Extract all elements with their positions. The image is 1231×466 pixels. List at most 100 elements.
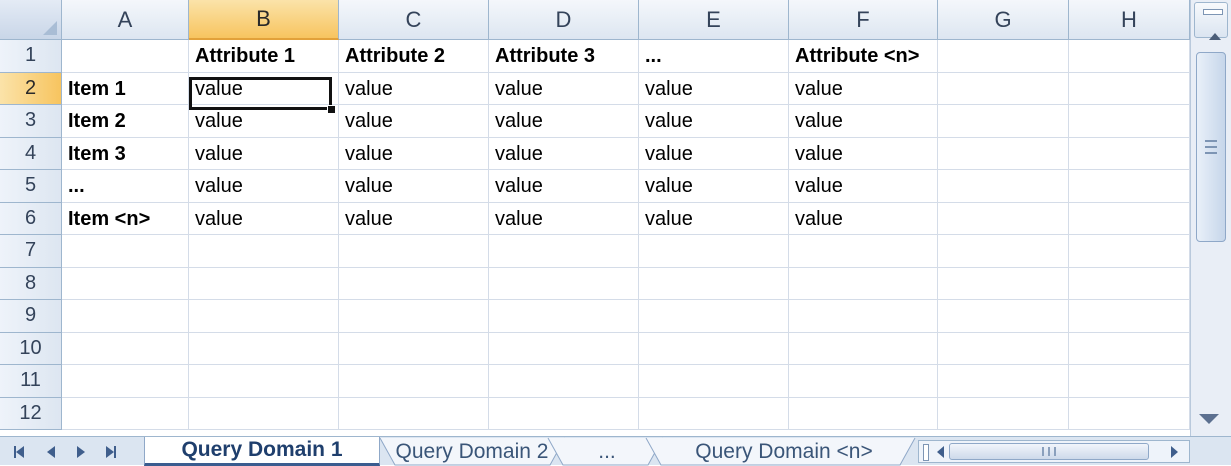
cell-d3[interactable]: value: [489, 105, 639, 138]
cell-f1[interactable]: Attribute <n>: [789, 40, 938, 73]
cell-a9[interactable]: [62, 300, 189, 333]
cell-g7[interactable]: [938, 235, 1069, 268]
cell-f3[interactable]: value: [789, 105, 938, 138]
cell-e6[interactable]: value: [639, 202, 789, 235]
cell-e9[interactable]: [639, 300, 789, 333]
cell-h9[interactable]: [1069, 300, 1190, 333]
cell-b11[interactable]: [189, 365, 339, 398]
cell-f2[interactable]: value: [789, 72, 938, 105]
cell-h6[interactable]: [1069, 202, 1190, 235]
cell-b12[interactable]: [189, 397, 339, 430]
horizontal-scrollbar[interactable]: [918, 440, 1190, 463]
cell-e12[interactable]: [639, 397, 789, 430]
row-header-9[interactable]: 9: [0, 300, 62, 333]
cell-h12[interactable]: [1069, 397, 1190, 430]
cell-g9[interactable]: [938, 300, 1069, 333]
cell-h1[interactable]: [1069, 40, 1190, 73]
cell-h3[interactable]: [1069, 105, 1190, 138]
column-header-e[interactable]: E: [639, 0, 789, 40]
cell-c12[interactable]: [339, 397, 489, 430]
cell-b9[interactable]: [189, 300, 339, 333]
cell-b6[interactable]: value: [189, 202, 339, 235]
cell-g4[interactable]: [938, 137, 1069, 170]
cell-f5[interactable]: value: [789, 170, 938, 203]
select-all-corner[interactable]: [0, 0, 62, 40]
cell-f12[interactable]: [789, 397, 938, 430]
cell-e2[interactable]: value: [639, 72, 789, 105]
cell-b4[interactable]: value: [189, 137, 339, 170]
cell-c9[interactable]: [339, 300, 489, 333]
vertical-scroll-thumb[interactable]: [1196, 52, 1226, 242]
cell-b1[interactable]: Attribute 1: [189, 40, 339, 73]
tab-query-domain-n[interactable]: Query Domain <n>: [660, 437, 908, 466]
cell-a5[interactable]: ...: [62, 170, 189, 203]
column-header-d[interactable]: D: [489, 0, 639, 40]
cell-g12[interactable]: [938, 397, 1069, 430]
cell-g1[interactable]: [938, 40, 1069, 73]
cell-a2[interactable]: Item 1: [62, 72, 189, 105]
cell-e1[interactable]: ...: [639, 40, 789, 73]
row-header-2[interactable]: 2: [0, 72, 62, 105]
scroll-down-icon[interactable]: [1199, 414, 1219, 424]
cell-e11[interactable]: [639, 365, 789, 398]
cell-f8[interactable]: [789, 267, 938, 300]
row-header-8[interactable]: 8: [0, 267, 62, 300]
split-box-horizontal[interactable]: [923, 444, 929, 461]
row-header-10[interactable]: 10: [0, 332, 62, 365]
cell-a12[interactable]: [62, 397, 189, 430]
vertical-scrollbar[interactable]: [1190, 0, 1231, 436]
cell-f11[interactable]: [789, 365, 938, 398]
row-header-12[interactable]: 12: [0, 397, 62, 430]
cell-h7[interactable]: [1069, 235, 1190, 268]
cell-f4[interactable]: value: [789, 137, 938, 170]
cell-h4[interactable]: [1069, 137, 1190, 170]
cell-e4[interactable]: value: [639, 137, 789, 170]
cell-h11[interactable]: [1069, 365, 1190, 398]
cell-c8[interactable]: [339, 267, 489, 300]
cell-c6[interactable]: value: [339, 202, 489, 235]
cell-e3[interactable]: value: [639, 105, 789, 138]
cell-c4[interactable]: value: [339, 137, 489, 170]
cell-b5[interactable]: value: [189, 170, 339, 203]
column-header-c[interactable]: C: [339, 0, 489, 40]
row-header-7[interactable]: 7: [0, 235, 62, 268]
cell-d4[interactable]: value: [489, 137, 639, 170]
cell-f6[interactable]: value: [789, 202, 938, 235]
scroll-right-icon[interactable]: [1171, 446, 1178, 458]
column-header-b[interactable]: B: [189, 0, 339, 40]
cell-g10[interactable]: [938, 332, 1069, 365]
cell-d1[interactable]: Attribute 3: [489, 40, 639, 73]
cell-c11[interactable]: [339, 365, 489, 398]
cell-d10[interactable]: [489, 332, 639, 365]
cell-d12[interactable]: [489, 397, 639, 430]
cell-c3[interactable]: value: [339, 105, 489, 138]
cell-c5[interactable]: value: [339, 170, 489, 203]
cell-b8[interactable]: [189, 267, 339, 300]
row-header-6[interactable]: 6: [0, 202, 62, 235]
cell-g8[interactable]: [938, 267, 1069, 300]
cell-a3[interactable]: Item 2: [62, 105, 189, 138]
cell-d9[interactable]: [489, 300, 639, 333]
cell-b10[interactable]: [189, 332, 339, 365]
cell-g2[interactable]: [938, 72, 1069, 105]
cell-b7[interactable]: [189, 235, 339, 268]
tab-query-domain-1[interactable]: Query Domain 1: [144, 437, 380, 466]
row-header-4[interactable]: 4: [0, 137, 62, 170]
cell-a8[interactable]: [62, 267, 189, 300]
cell-d5[interactable]: value: [489, 170, 639, 203]
cell-d11[interactable]: [489, 365, 639, 398]
cell-a10[interactable]: [62, 332, 189, 365]
cell-b3[interactable]: value: [189, 105, 339, 138]
column-header-f[interactable]: F: [789, 0, 938, 40]
fill-handle[interactable]: [327, 105, 336, 114]
row-header-5[interactable]: 5: [0, 170, 62, 203]
cell-f9[interactable]: [789, 300, 938, 333]
tab-query-domain-2[interactable]: Query Domain 2: [388, 437, 556, 466]
cell-c7[interactable]: [339, 235, 489, 268]
row-header-11[interactable]: 11: [0, 365, 62, 398]
cell-g5[interactable]: [938, 170, 1069, 203]
cell-g6[interactable]: [938, 202, 1069, 235]
cell-h10[interactable]: [1069, 332, 1190, 365]
cell-d7[interactable]: [489, 235, 639, 268]
cell-a4[interactable]: Item 3: [62, 137, 189, 170]
